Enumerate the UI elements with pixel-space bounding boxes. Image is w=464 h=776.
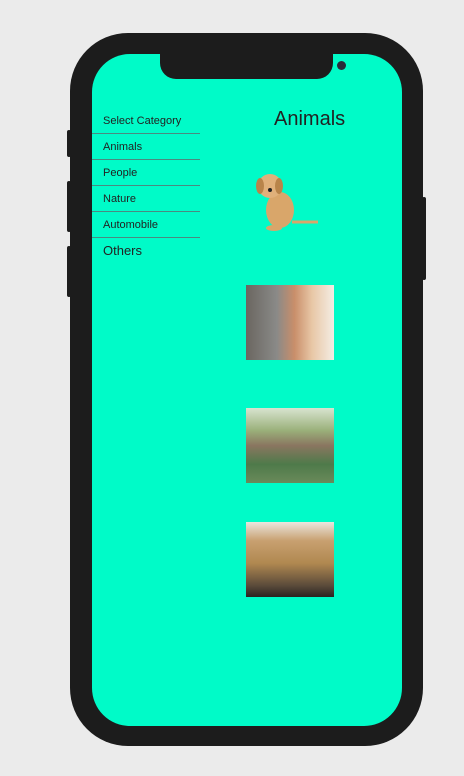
menu-item-people[interactable]: People	[92, 160, 200, 186]
menu-item-animals[interactable]: Animals	[92, 134, 200, 160]
menu-item-others[interactable]: Others	[92, 238, 200, 264]
safari-photographer-image[interactable]	[246, 522, 334, 597]
category-menu: Select Category Animals People Nature Au…	[92, 108, 200, 264]
page-title: Animals	[274, 108, 346, 130]
menu-item-nature[interactable]: Nature	[92, 186, 200, 212]
puppy-image[interactable]	[252, 166, 322, 234]
woman-with-cat-image[interactable]	[246, 285, 334, 360]
menu-item-automobile[interactable]: Automobile	[92, 212, 200, 238]
screen: Select Category Animals People Nature Au…	[92, 54, 402, 726]
children-at-zoo-image[interactable]	[246, 408, 334, 483]
menu-header: Select Category	[92, 108, 200, 134]
camera-icon	[337, 61, 346, 70]
notch	[160, 54, 346, 79]
